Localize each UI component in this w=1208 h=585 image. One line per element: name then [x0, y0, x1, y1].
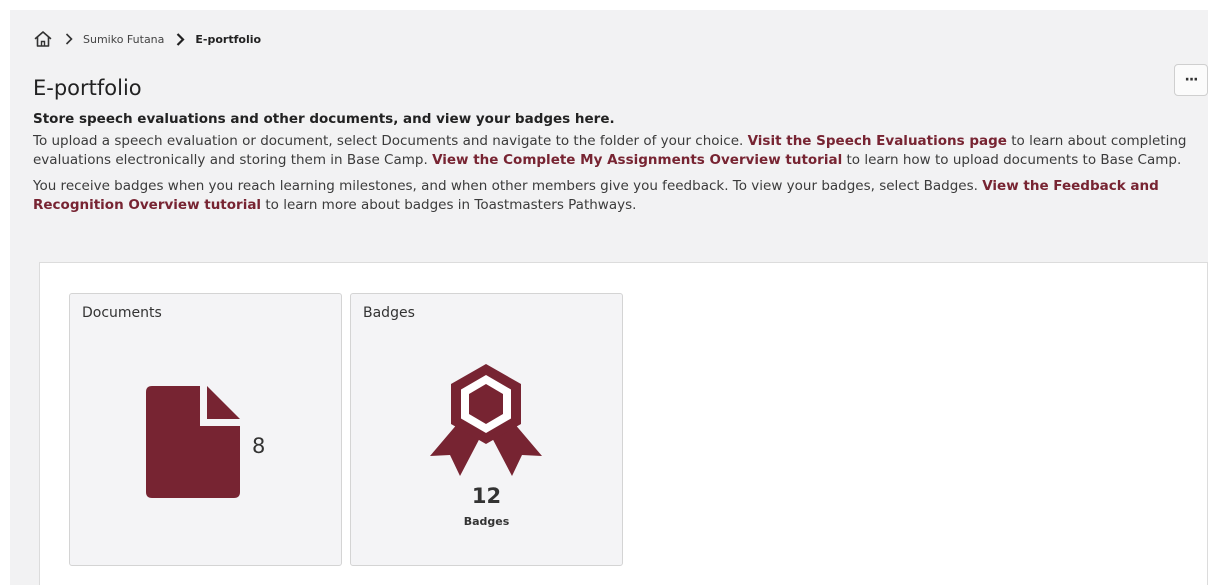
breadcrumb: Sumiko Futana E-portfolio [33, 28, 261, 50]
badges-caption: Badges [463, 515, 510, 528]
breadcrumb-item-current: E-portfolio [195, 32, 262, 46]
chevron-right-icon [65, 33, 73, 45]
more-options-button[interactable]: ··· [1174, 64, 1208, 96]
home-icon[interactable] [33, 29, 53, 49]
badges-count: 12 [471, 484, 502, 508]
intro-text-segment: to learn more about badges in Toastmaste… [261, 197, 637, 213]
intro-paragraph-badges: You receive badges when you reach learni… [33, 177, 1208, 215]
intro-text-segment: You receive badges when you reach learni… [33, 178, 983, 194]
award-ribbon-icon [430, 364, 542, 480]
intro-paragraph-documents: To upload a speech evaluation or documen… [33, 132, 1208, 170]
documents-tile[interactable]: Documents 8 [69, 293, 342, 566]
chevron-right-icon [176, 32, 185, 46]
breadcrumb-item-member[interactable]: Sumiko Futana [83, 33, 164, 46]
page-title: E-portfolio [33, 76, 142, 101]
badges-tile[interactable]: Badges 12 Badges [350, 293, 623, 566]
badges-tile-label: Badges [363, 305, 415, 321]
documents-tile-label: Documents [82, 305, 162, 321]
documents-count: 8 [252, 434, 266, 458]
speech-evaluations-link[interactable]: Visit the Speech Evaluations page [748, 133, 1007, 149]
intro-text-segment: to learn how to upload documents to Base… [842, 152, 1182, 168]
intro-text-segment: To upload a speech evaluation or documen… [33, 133, 748, 149]
complete-assignments-tutorial-link[interactable]: View the Complete My Assignments Overvie… [432, 152, 842, 168]
intro-lead: Store speech evaluations and other docum… [33, 111, 615, 127]
portfolio-panel: Documents 8 Badges 12 Badges [39, 262, 1208, 585]
intro-text: Store speech evaluations and other docum… [33, 110, 1208, 222]
page: Sumiko Futana E-portfolio E-portfolio ··… [10, 10, 1208, 585]
document-icon [146, 386, 240, 502]
